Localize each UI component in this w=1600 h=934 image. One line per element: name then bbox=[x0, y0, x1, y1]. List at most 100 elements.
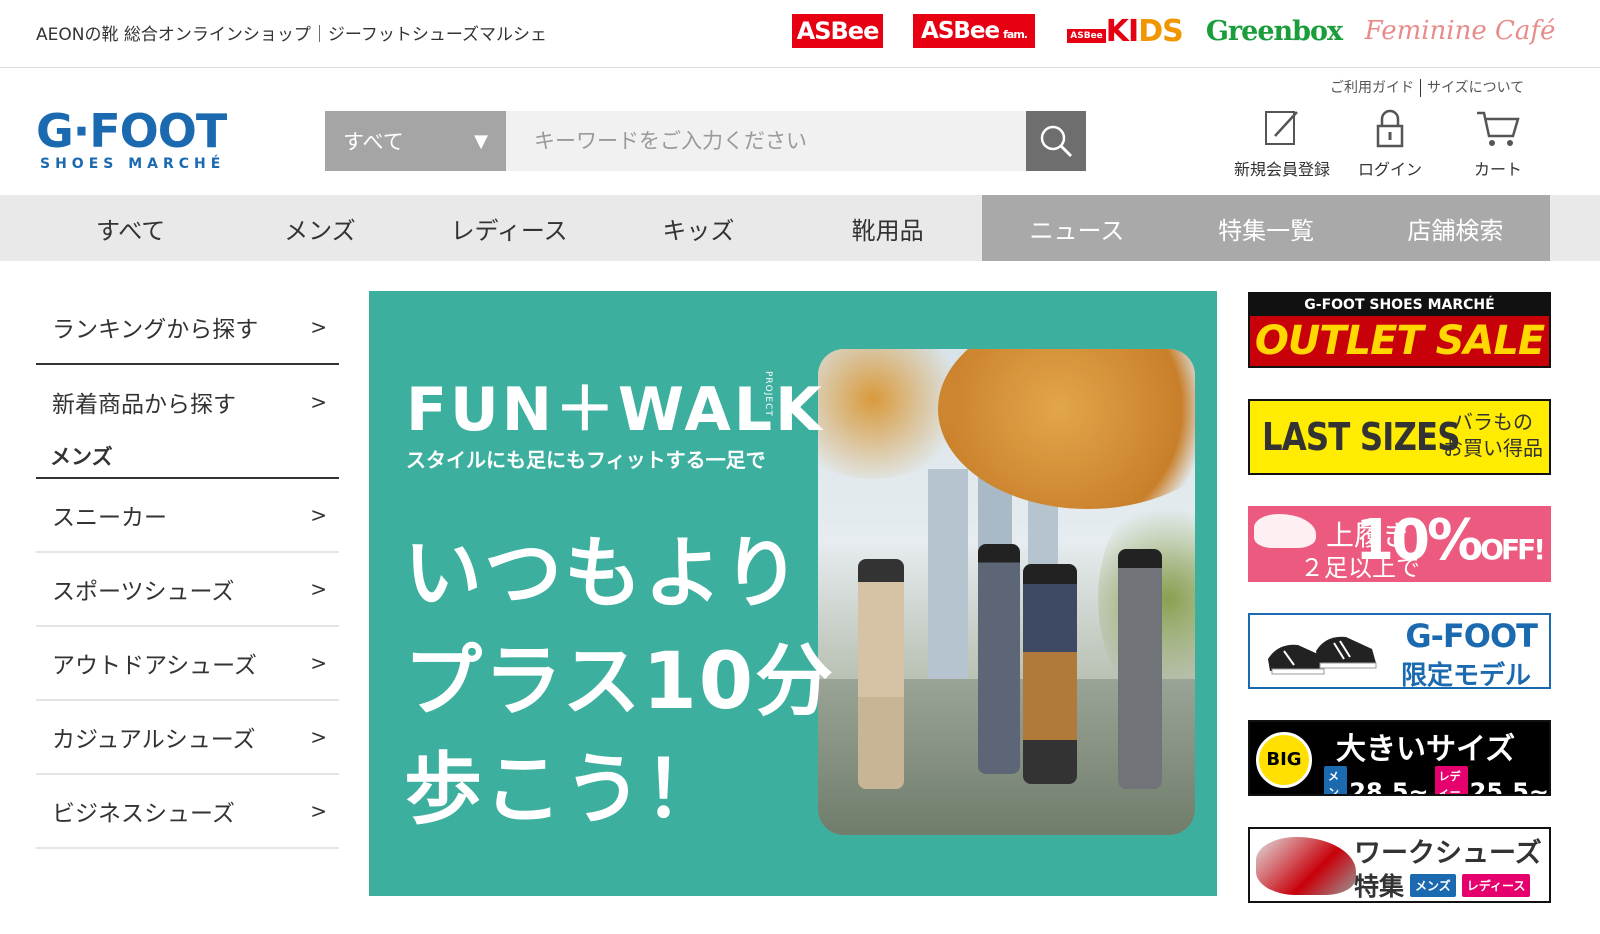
nav-item-ladies[interactable]: レディース bbox=[415, 195, 604, 261]
sidebar-item-sneakers[interactable]: スニーカー > bbox=[36, 479, 339, 553]
sidebar-item-ranking[interactable]: ランキングから探す > bbox=[36, 291, 339, 365]
banner-subtitle: 特集 メンズ レディース bbox=[1354, 867, 1531, 901]
chevron-right-icon: > bbox=[310, 651, 327, 675]
big-badge: BIG bbox=[1256, 732, 1312, 788]
sidebar-item-sports-shoes[interactable]: スポーツシューズ > bbox=[36, 553, 339, 627]
site-logo[interactable]: G·FOOT SHOES MARCHÉ bbox=[36, 108, 246, 174]
chevron-right-icon: > bbox=[310, 390, 327, 414]
banner-outlet-sale[interactable]: G-FOOT SHOES MARCHÉ OUTLET SALE bbox=[1248, 292, 1551, 368]
nav-item-news[interactable]: ニュース bbox=[982, 195, 1172, 261]
caret-down-icon: ▼ bbox=[474, 130, 488, 152]
top-bar: AEONの靴 総合オンラインショップ｜ジーフットシューズマルシェ ASBee A… bbox=[0, 0, 1600, 68]
hero-title: FUN＋WALK bbox=[406, 375, 825, 445]
sidebar-item-label: ランキングから探す bbox=[52, 317, 259, 343]
ladies-tag: レディース bbox=[1434, 766, 1468, 794]
cart-label: カート bbox=[1473, 160, 1522, 179]
sidebar-item-outdoor-shoes[interactable]: アウトドアシューズ > bbox=[36, 627, 339, 701]
brand-mini-label: ASBee bbox=[1067, 29, 1106, 43]
brand-link-greenbox[interactable]: Greenbox bbox=[1206, 14, 1343, 48]
brand-label: Feminine Café bbox=[1364, 16, 1556, 46]
cart-icon bbox=[1477, 111, 1520, 146]
ladies-size: 25.5~ bbox=[1469, 778, 1549, 796]
banner-subtitle-line: お買い得品 bbox=[1443, 436, 1543, 460]
category-sidebar: ランキングから探す > 新着商品から探す > メンズ スニーカー > スポーツシ… bbox=[36, 291, 339, 849]
brand-suffix: fam. bbox=[1003, 27, 1028, 41]
hero-subtitle: スタイルにも足にもフィットする一足で bbox=[406, 448, 766, 472]
nav-item-features[interactable]: 特集一覧 bbox=[1171, 195, 1361, 261]
banner-gfoot-limited[interactable]: G-FOOT 限定モデル bbox=[1248, 613, 1551, 689]
discount-off: OFF! bbox=[1480, 533, 1546, 566]
brand-label: ASBee bbox=[921, 18, 1000, 44]
sidebar-heading-mens: メンズ bbox=[36, 435, 339, 479]
brand-link-asbee[interactable]: ASBee bbox=[792, 14, 883, 48]
edit-icon bbox=[1265, 111, 1298, 145]
banner-title: ワークシューズ bbox=[1354, 838, 1542, 869]
mens-tag: メンズ bbox=[1324, 766, 1348, 794]
banner-title: OUTLET SALE bbox=[1254, 318, 1545, 364]
nav-item-shoe-care[interactable]: 靴用品 bbox=[793, 195, 982, 261]
global-nav: すべて メンズ レディース キッズ 靴用品 ニュース 特集一覧 店舗検索 bbox=[0, 195, 1600, 261]
banner-uwabaki-discount[interactable]: 上履き ２足以上で 10%OFF! bbox=[1248, 506, 1551, 582]
mens-tag: メンズ bbox=[1410, 873, 1456, 897]
sidebar-item-new-arrivals[interactable]: 新着商品から探す > bbox=[36, 365, 339, 439]
ladies-tag: レディース bbox=[1461, 873, 1531, 897]
discount-percent: 10% bbox=[1355, 508, 1483, 573]
hero-copy-line: 歩こう！ bbox=[404, 745, 725, 835]
banner-subtitle-line: バラもの bbox=[1453, 410, 1533, 434]
chevron-right-icon: > bbox=[310, 725, 327, 749]
search-input[interactable] bbox=[506, 111, 1026, 171]
guide-link[interactable]: ご利用ガイド bbox=[1330, 80, 1414, 96]
chevron-right-icon: > bbox=[310, 315, 327, 339]
sidebar-item-casual-shoes[interactable]: カジュアルシューズ > bbox=[36, 701, 339, 775]
login-label: ログイン bbox=[1357, 160, 1422, 179]
register-label: 新規会員登録 bbox=[1233, 160, 1330, 179]
work-shoe-image bbox=[1256, 837, 1356, 895]
nav-item-mens[interactable]: メンズ bbox=[225, 195, 414, 261]
sidebar-item-label: ビジネスシューズ bbox=[52, 801, 235, 827]
hero-banner[interactable]: FUN＋WALK PROJECT スタイルにも足にもフィットする一足で いつもよ… bbox=[369, 291, 1217, 896]
banner-discount: 10%OFF! bbox=[1355, 508, 1546, 573]
brand-link-asbee-kids[interactable]: ASBee KI DS bbox=[1063, 13, 1187, 49]
banner-work-shoes[interactable]: ワークシューズ 特集 メンズ レディース bbox=[1248, 827, 1551, 903]
banner-sizes: メンズ 28.5~ レディース 25.5~ bbox=[1324, 766, 1549, 796]
site-tagline: AEONの靴 総合オンラインショップ｜ジーフットシューズマルシェ bbox=[36, 25, 548, 45]
sidebar-item-label: カジュアルシューズ bbox=[52, 727, 256, 753]
nav-item-store-search[interactable]: 店舗検索 bbox=[1360, 195, 1550, 261]
sidebar-item-label: アウトドアシューズ bbox=[52, 653, 257, 679]
sidebar-item-business-shoes[interactable]: ビジネスシューズ > bbox=[36, 775, 339, 849]
brand-link-asbee-fam[interactable]: ASBee fam. bbox=[913, 14, 1035, 48]
banner-last-sizes[interactable]: LAST SIZES バラもの お買い得品 bbox=[1248, 399, 1551, 475]
divider bbox=[1420, 79, 1421, 97]
brand-link-feminine-cafe[interactable]: Feminine Café bbox=[1364, 14, 1556, 48]
logo-subtitle: SHOES MARCHÉ bbox=[40, 156, 226, 172]
mens-size: 28.5~ bbox=[1349, 778, 1429, 796]
hero-copy-line: いつもより bbox=[404, 529, 803, 619]
banner-subtitle: 限定モデル bbox=[1400, 661, 1531, 689]
brand-label: Greenbox bbox=[1205, 15, 1343, 47]
banner-title: G-FOOT bbox=[1405, 617, 1538, 655]
cart-button[interactable]: カート bbox=[1444, 108, 1552, 180]
search-bar: すべて ▼ bbox=[325, 111, 1086, 171]
help-links: ご利用ガイド サイズについて bbox=[1330, 77, 1524, 97]
banner-big-sizes[interactable]: BIG 大きいサイズ メンズ 28.5~ レディース 25.5~ bbox=[1248, 720, 1551, 796]
hero-copy-line: プラス10分 bbox=[404, 637, 835, 727]
sidebar-item-label: スニーカー bbox=[52, 505, 167, 531]
chevron-right-icon: > bbox=[310, 799, 327, 823]
register-button[interactable]: 新規会員登録 bbox=[1228, 108, 1336, 180]
search-category-select[interactable]: すべて ▼ bbox=[325, 111, 506, 171]
banner-title: LAST SIZES bbox=[1262, 415, 1460, 459]
header-actions: 新規会員登録 ログイン カート bbox=[1228, 108, 1552, 180]
sidebar-item-label: 新着商品から探す bbox=[52, 392, 236, 418]
indoor-shoe-image bbox=[1254, 514, 1316, 548]
brand-label: DS bbox=[1138, 13, 1184, 49]
banner-label: G-FOOT SHOES MARCHÉ bbox=[1250, 294, 1549, 316]
sneaker-image bbox=[1268, 636, 1377, 675]
login-button[interactable]: ログイン bbox=[1336, 108, 1444, 180]
chevron-right-icon: > bbox=[310, 577, 327, 601]
size-guide-link[interactable]: サイズについて bbox=[1427, 80, 1524, 96]
nav-item-all[interactable]: すべて bbox=[36, 195, 225, 261]
lock-icon bbox=[1376, 109, 1404, 148]
search-button[interactable] bbox=[1026, 111, 1086, 171]
nav-item-kids[interactable]: キッズ bbox=[604, 195, 793, 261]
brand-label: ASBee bbox=[796, 17, 880, 45]
